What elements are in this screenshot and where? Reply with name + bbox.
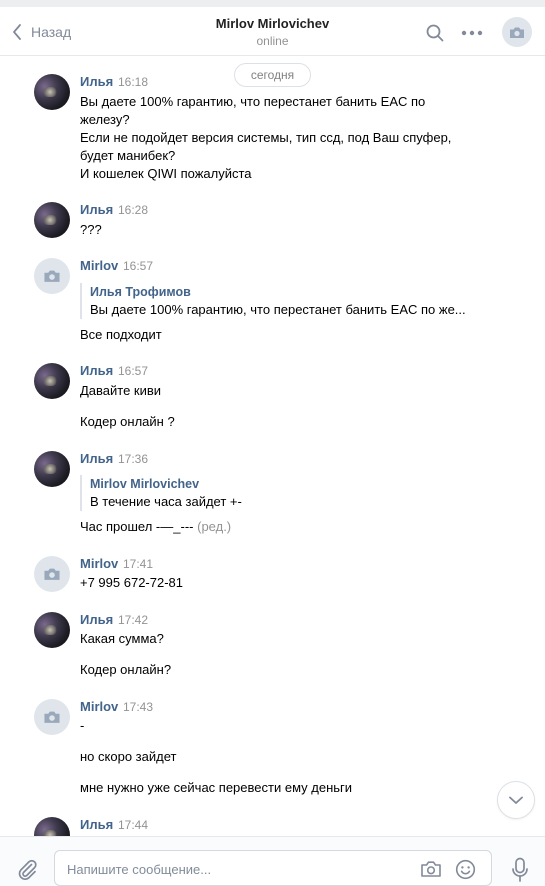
chat-title[interactable]: Mirlov Mirlovichev xyxy=(150,16,395,31)
attach-button[interactable] xyxy=(14,856,40,882)
message-text: будет манибек? xyxy=(80,148,176,163)
author-name[interactable]: Илья xyxy=(80,451,113,466)
message-text: Вы даете 100% гарантию, что перестанет б… xyxy=(80,94,426,109)
smile-icon xyxy=(455,859,475,879)
message-input[interactable] xyxy=(67,859,407,879)
avatar[interactable] xyxy=(34,74,70,110)
camera-icon xyxy=(44,270,60,282)
message-time[interactable]: 16:18 xyxy=(118,75,148,89)
author-name[interactable]: Илья xyxy=(80,817,113,832)
scroll-down-button[interactable] xyxy=(497,781,535,819)
author-name[interactable]: Mirlov xyxy=(80,556,118,571)
camera-icon xyxy=(421,861,441,877)
microphone-icon xyxy=(512,857,528,882)
chevron-left-icon xyxy=(13,24,21,40)
author-name[interactable]: Илья xyxy=(80,363,113,378)
message-text: Какая сумма? xyxy=(80,631,164,646)
avatar[interactable] xyxy=(34,612,70,648)
avatar[interactable] xyxy=(34,556,70,592)
chat-window: Назад Mirlov Mirlovichev online сегодня … xyxy=(0,0,545,886)
quoted-message[interactable]: Mirlov Mirlovichev В течение часа зайдет… xyxy=(80,475,242,511)
more-dots-icon xyxy=(461,30,483,36)
back-label: Назад xyxy=(31,24,72,40)
message-text: И кошелек QIWI пожалуйста xyxy=(80,166,252,181)
camera-button[interactable] xyxy=(419,857,443,881)
header-avatar[interactable] xyxy=(502,17,532,47)
message-text: Все подходит xyxy=(80,327,162,342)
chat-header: Назад Mirlov Mirlovichev online xyxy=(0,7,545,56)
message-time[interactable]: 16:57 xyxy=(123,259,153,273)
quote-text: Вы даете 100% гарантию, что перестанет б… xyxy=(90,302,466,317)
message-text: Давайте киви xyxy=(80,383,162,398)
quoted-message[interactable]: Илья Трофимов Вы даете 100% гарантию, чт… xyxy=(80,283,466,319)
message-time[interactable]: 17:36 xyxy=(118,452,148,466)
back-button[interactable]: Назад xyxy=(12,21,71,43)
message-text: +7 995 672-72-81 xyxy=(80,575,184,590)
author-name[interactable]: Илья xyxy=(80,202,113,217)
top-strip xyxy=(0,0,545,7)
author-name[interactable]: Илья xyxy=(80,612,113,627)
more-button[interactable] xyxy=(460,22,484,44)
avatar[interactable] xyxy=(34,363,70,399)
message-time[interactable]: 17:43 xyxy=(123,700,153,714)
online-status: online xyxy=(256,34,289,48)
quote-author[interactable]: Илья Трофимов xyxy=(90,283,466,301)
date-separator: сегодня xyxy=(234,63,311,87)
message-time[interactable]: 17:44 xyxy=(118,818,148,832)
message-text: мне нужно уже сейчас перевести ему деньг… xyxy=(80,780,353,795)
paperclip-icon xyxy=(18,859,37,880)
voice-message-button[interactable] xyxy=(508,856,532,884)
message-body: Час прошел -—_--- xyxy=(80,519,194,534)
search-icon xyxy=(426,24,444,42)
message-text: железу? xyxy=(80,112,130,127)
message-text: но скоро зайдет xyxy=(80,749,177,764)
message-time[interactable]: 17:41 xyxy=(123,557,153,571)
search-button[interactable] xyxy=(424,22,446,44)
author-name[interactable]: Mirlov xyxy=(80,258,118,273)
message-time[interactable]: 16:28 xyxy=(118,203,148,217)
message-input-box[interactable] xyxy=(54,850,492,886)
avatar[interactable] xyxy=(34,451,70,487)
message-text: ??? xyxy=(80,222,102,237)
camera-icon xyxy=(44,568,60,580)
quote-text: В течение часа зайдет +- xyxy=(90,494,242,509)
author-name[interactable]: Илья xyxy=(80,74,113,89)
message-text: Кодер онлайн ? xyxy=(80,414,175,429)
chevron-down-icon xyxy=(509,796,523,804)
message-text: - xyxy=(80,718,85,733)
emoji-button[interactable] xyxy=(453,857,477,881)
message-text: Час прошел -—_--- (ред.) xyxy=(80,518,231,536)
avatar[interactable] xyxy=(34,202,70,238)
avatar[interactable] xyxy=(34,699,70,735)
message-composer xyxy=(0,836,545,886)
message-time[interactable]: 16:57 xyxy=(118,364,148,378)
camera-icon xyxy=(510,27,524,38)
author-name[interactable]: Mirlov xyxy=(80,699,118,714)
message-time[interactable]: 17:42 xyxy=(118,613,148,627)
message-text: Если не подойдет версия системы, тип ссд… xyxy=(80,130,452,145)
quote-author[interactable]: Mirlov Mirlovichev xyxy=(90,475,242,493)
camera-icon xyxy=(44,711,60,723)
edited-mark[interactable]: (ред.) xyxy=(197,519,231,534)
message-text: Кодер онлайн? xyxy=(80,662,172,677)
avatar[interactable] xyxy=(34,258,70,294)
